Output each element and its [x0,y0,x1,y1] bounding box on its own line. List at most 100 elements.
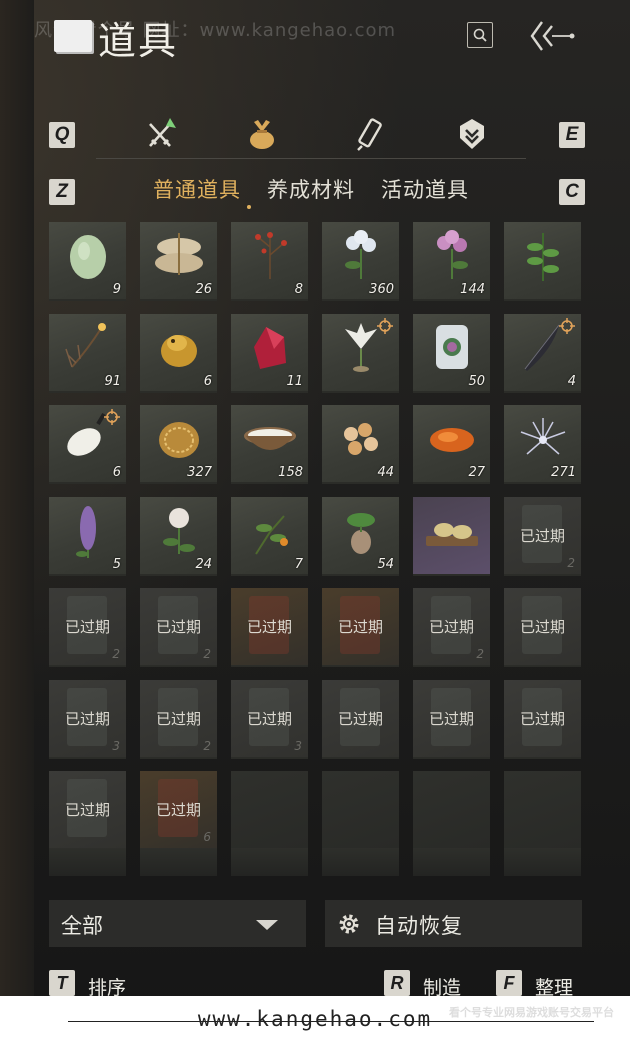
item-slot[interactable]: 6 [49,405,126,484]
tab-items[interactable] [240,114,284,154]
item-slot[interactable]: 27 [413,405,490,484]
craft-key[interactable]: R [384,970,410,996]
partial-slot [413,848,490,876]
item-slot[interactable] [504,222,581,301]
filter-dropdown[interactable]: 全部 [49,900,306,947]
expired-label: 已过期 [155,618,201,636]
expired-item-slot[interactable]: 已过期 [322,679,399,759]
title-brush-mark [54,20,92,52]
red-berry-branch-item-icon [240,227,300,287]
expired-item-slot[interactable]: 已过期 [413,679,490,759]
partial-slot [49,848,126,876]
next-tab-key[interactable]: E [559,122,585,148]
item-slot[interactable]: 50 [413,313,490,393]
expired-item-slot[interactable]: 已过期 [504,679,581,759]
expired-item-slot[interactable]: 已过期 [322,588,399,667]
item-slot[interactable]: 271 [504,405,581,484]
partial-slot [140,848,217,876]
expired-item-slot[interactable]: 已过期 2 [49,588,126,667]
expired-count: 2 [112,647,120,661]
sort-key[interactable]: T [49,970,75,996]
item-count: 327 [187,465,212,480]
expired-count: 2 [203,647,211,661]
item-slot[interactable]: 9 [49,222,126,301]
subtab-event-items[interactable]: 活动道具 [381,174,469,204]
item-count: 5 [112,556,121,572]
back-button[interactable] [528,18,578,54]
prev-tab-key[interactable]: Q [49,122,75,148]
item-slot[interactable]: 6 [140,313,217,393]
expired-item-slot[interactable]: 已过期 [231,588,308,667]
empty-slot [504,771,581,850]
item-slot[interactable] [322,313,399,393]
prev-subtab-key[interactable]: Z [49,179,75,205]
white-rose-item-icon [149,502,209,562]
item-slot[interactable]: 54 [322,496,399,576]
item-count: 8 [294,282,303,297]
gear-icon [339,914,359,934]
auto-restore-button[interactable]: 自动恢复 [325,900,582,947]
item-count: 6 [203,373,212,389]
item-slot[interactable]: 327 [140,405,217,484]
item-count: 6 [112,465,121,480]
tracking-target-icon [104,409,120,425]
tracking-target-icon [559,317,575,334]
footer-watermark-text: 看个号专业网易游戏账号交易平台 [449,1006,614,1019]
expired-count: 2 [476,647,484,661]
search-button[interactable] [467,22,493,48]
item-slot[interactable]: 11 [231,313,308,393]
page-title: 道具 [98,19,179,63]
item-slot[interactable]: 4 [504,313,581,393]
golden-scale-item-icon [149,410,209,470]
tab-badges[interactable] [450,114,494,154]
item-slot[interactable]: 7 [231,496,308,576]
expired-label: 已过期 [155,709,201,728]
item-slot[interactable]: 8 [231,222,308,301]
grid-next-row-partial [49,848,582,876]
item-slot[interactable]: 5 [49,496,126,576]
expired-item-slot[interactable]: 已过期 3 [231,679,308,759]
empty-slot [231,771,308,850]
item-count: 26 [195,282,212,297]
tab-scrolls[interactable] [348,114,392,154]
item-slot[interactable]: 360 [322,222,399,301]
white-flower-item-icon [331,227,391,287]
item-count: 144 [460,282,485,297]
organize-key[interactable]: F [496,970,522,996]
badge-icon [460,119,484,149]
subtab-normal-items[interactable]: 普通道具 [153,174,241,204]
next-subtab-key[interactable]: C [559,179,585,205]
expired-label: 已过期 [519,709,565,728]
item-count: 271 [551,465,576,480]
item-slot[interactable]: 44 [322,405,399,484]
expired-item-slot[interactable]: 已过期 2 [140,679,217,759]
item-slot[interactable]: 24 [140,496,217,576]
expired-item-slot[interactable]: 已过期 2 [413,588,490,667]
empty-slot [413,771,490,850]
item-slot[interactable]: 26 [140,222,217,301]
tab-weapons[interactable] [138,114,182,154]
tracking-target-icon [377,317,393,334]
item-slot[interactable]: 158 [231,405,308,484]
item-count: 27 [468,465,485,480]
orange-fruit-branch-item-icon [240,502,300,562]
expired-item-slot[interactable]: 已过期 2 [504,496,581,576]
partial-slot [322,848,399,876]
item-slot[interactable] [413,496,490,576]
caret-down-icon [256,920,278,930]
footer-watermark: 看个号专业网易游戏账号交易平台 [449,998,614,1038]
orange-stone-item-icon [422,410,482,470]
subtab-growth-materials[interactable]: 养成材料 [267,174,355,204]
expired-label: 已过期 [246,618,292,636]
expired-item-slot[interactable]: 已过期 2 [140,588,217,667]
expired-item-slot[interactable]: 已过期 3 [49,679,126,759]
item-slot[interactable]: 91 [49,313,126,393]
active-subtab-indicator [247,205,251,209]
item-slot[interactable]: 144 [413,222,490,301]
expired-item-slot[interactable]: 已过期 [49,771,126,850]
root-herb-item-icon [331,502,391,562]
expired-item-slot[interactable]: 已过期 [504,588,581,667]
expired-label: 已过期 [428,709,474,728]
item-count: 24 [195,556,212,572]
expired-item-slot[interactable]: 已过期 6 [140,771,217,850]
